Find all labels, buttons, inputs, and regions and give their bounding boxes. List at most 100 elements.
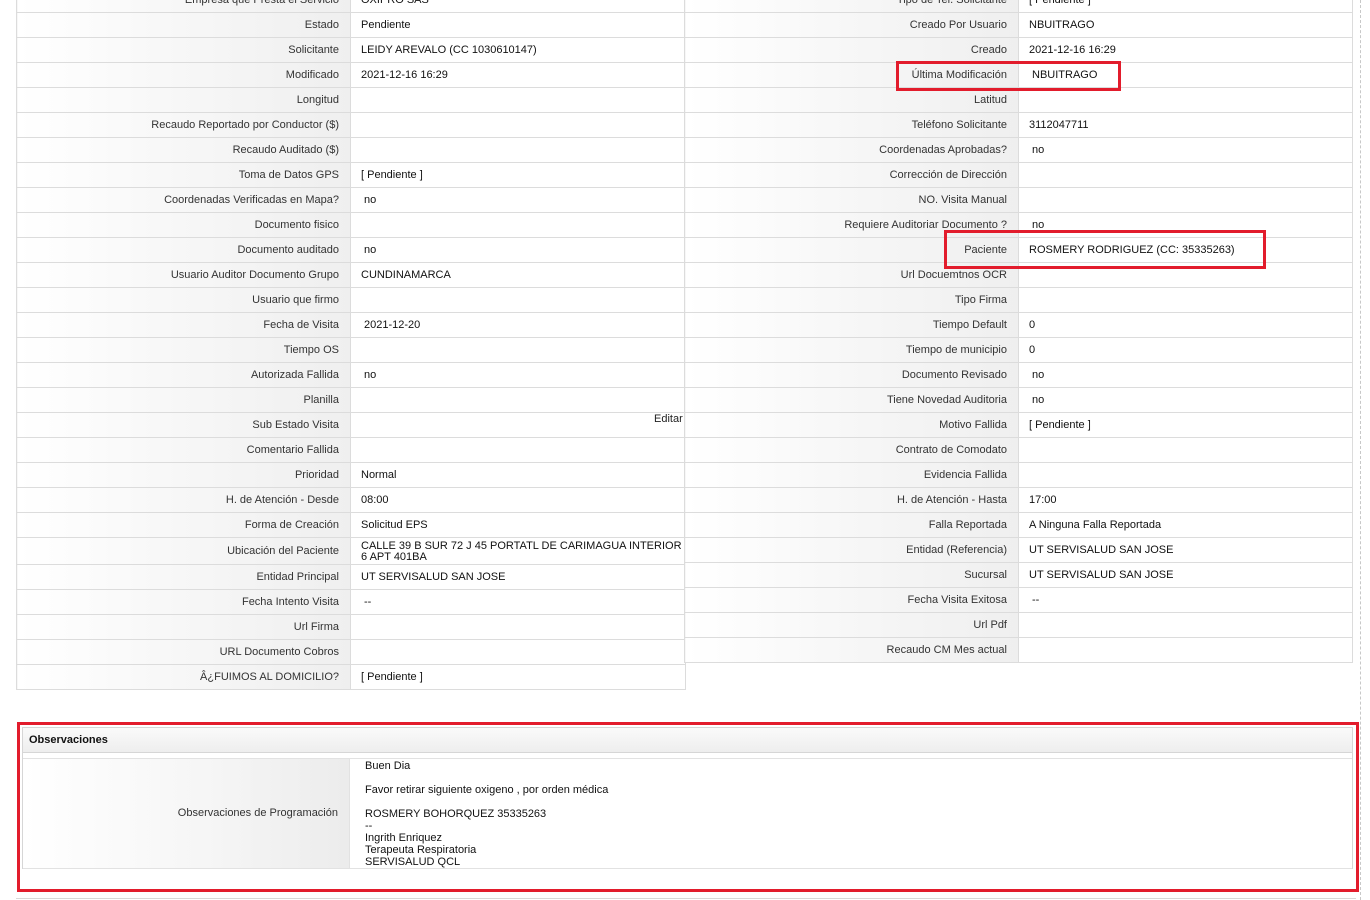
detail-row-tiempo-os: Tiempo OS: [16, 337, 686, 363]
field-label: Fecha Visita Exitosa: [684, 587, 1019, 613]
field-value: [1018, 437, 1353, 463]
field-label: Documento auditado: [16, 237, 351, 263]
highlight-ultima-modificacion: [896, 61, 1121, 91]
field-label: Teléfono Solicitante: [684, 112, 1019, 138]
field-label: Creado Por Usuario: [684, 12, 1019, 38]
field-label: Ubicación del Paciente: [16, 537, 351, 565]
field-value: [ Pendiente ]: [350, 664, 686, 690]
detail-row-falla-reportada: Falla Reportada A Ninguna Falla Reportada: [684, 512, 1353, 538]
field-label: Coordenadas Verificadas en Mapa?: [16, 187, 351, 213]
detail-row-usuario-que-firmo: Usuario que firmo: [16, 287, 686, 313]
detail-row-url-documento-cobros: URL Documento Cobros: [16, 639, 686, 665]
detail-row-contrato-de-comodato: Contrato de Comodato: [684, 437, 1353, 463]
field-value: [350, 137, 686, 163]
field-value: OXIPRO SAS: [350, 0, 686, 13]
field-value: 0: [1018, 337, 1353, 363]
field-label: Latitud: [684, 87, 1019, 113]
field-value: [350, 112, 686, 138]
field-value: [ Pendiente ]: [350, 162, 686, 188]
field-value: A Ninguna Falla Reportada: [1018, 512, 1353, 538]
field-value: [1018, 187, 1353, 213]
field-value: [350, 87, 686, 113]
field-label: Longitud: [16, 87, 351, 113]
field-value: no: [1018, 137, 1353, 163]
detail-row-tipo-de-tel-solicitante: Tipo de Tel. Solicitante[ Pendiente ]: [684, 0, 1353, 13]
field-value: no: [350, 362, 686, 388]
field-label: Contrato de Comodato: [684, 437, 1019, 463]
field-value: Normal: [350, 462, 686, 488]
detail-row-creado: Creado 2021-12-16 16:29: [684, 37, 1353, 63]
field-label: Entidad (Referencia): [684, 537, 1019, 563]
field-label: Entidad Principal: [16, 564, 351, 590]
field-label: NO. Visita Manual: [684, 187, 1019, 213]
field-value: [ Pendiente ]: [1018, 0, 1353, 13]
detail-row-entidad-referencia: Entidad (Referencia) UT SERVISALUD SAN JO…: [684, 537, 1353, 563]
detail-row-estado: Estado Pendiente: [16, 12, 686, 38]
field-value: CUNDINAMARCA: [350, 262, 686, 288]
detail-row-entidad-principal: Entidad Principal UT SERVISALUD SAN JOSE: [16, 564, 686, 590]
field-label: Solicitante: [16, 37, 351, 63]
detail-row-empresa-que-presta-el-servicio: Empresa que Presta el Servicio OXIPRO SAS: [16, 0, 686, 13]
detail-row-documento-revisado: Documento Revisado no: [684, 362, 1353, 388]
field-value: --: [1018, 587, 1353, 613]
detail-row-a-fuimos-al-domicilio: Â¿FUIMOS AL DOMICILIO?[ Pendiente ]: [16, 664, 686, 690]
field-value: [1018, 287, 1353, 313]
detail-row-autorizada-fallida: Autorizada Fallida no: [16, 362, 686, 388]
page-border: [1360, 0, 1362, 900]
field-value: no: [1018, 362, 1353, 388]
detail-row-documento-auditado: Documento auditado no: [16, 237, 686, 263]
field-value: [350, 337, 686, 363]
field-label: URL Documento Cobros: [16, 639, 351, 665]
field-value: 17:00: [1018, 487, 1353, 513]
detail-row-planilla: Planilla: [16, 387, 686, 413]
field-value: [1018, 612, 1353, 638]
field-label: Falla Reportada: [684, 512, 1019, 538]
edit-link[interactable]: Editar: [654, 413, 683, 425]
detail-row-url-firma: Url Firma: [16, 614, 686, 640]
field-label: Sub Estado Visita: [16, 412, 351, 438]
field-label: Tipo de Tel. Solicitante: [684, 0, 1019, 13]
field-value: [1018, 637, 1353, 663]
detail-row-recaudo-reportado-por-conductor: Recaudo Reportado por Conductor ($): [16, 112, 686, 138]
field-label: Corrección de Dirección: [684, 162, 1019, 188]
field-value: [350, 387, 686, 413]
field-label: Tiempo Default: [684, 312, 1019, 338]
detail-row-solicitante: Solicitante LEIDY AREVALO (CC 1030610147): [16, 37, 686, 63]
detail-row-h-de-atencion-desde: H. de Atención - Desde 08:00: [16, 487, 686, 513]
detail-row-ubicacion-del-paciente: Ubicación del Paciente CALLE 39 B SUR 72 …: [16, 537, 686, 565]
field-value: [350, 639, 686, 665]
detail-row-tiempo-de-municipio: Tiempo de municipio 0: [684, 337, 1353, 363]
field-label: Fecha Intento Visita: [16, 589, 351, 615]
detail-row-h-de-atencion-hasta: H. de Atención - Hasta 17:00: [684, 487, 1353, 513]
detail-row-forma-de-creacion: Forma de Creación Solicitud EPS: [16, 512, 686, 538]
detail-row-modificado: Modificado 2021-12-16 16:29: [16, 62, 686, 88]
detail-row-fecha-visita-exitosa: Fecha Visita Exitosa --: [684, 587, 1353, 613]
detail-row-url-pdf: Url Pdf: [684, 612, 1353, 638]
field-label: H. de Atención - Desde: [16, 487, 351, 513]
field-value: 0: [1018, 312, 1353, 338]
field-label: Usuario Auditor Documento Grupo: [16, 262, 351, 288]
field-label: Â¿FUIMOS AL DOMICILIO?: [16, 664, 351, 690]
field-label: Usuario que firmo: [16, 287, 351, 313]
field-value: [350, 212, 686, 238]
detail-row-coordenadas-verificadas-en-mapa: Coordenadas Verificadas en Mapa? no: [16, 187, 686, 213]
detail-row-creado-por-usuario: Creado Por Usuario NBUITRAGO: [684, 12, 1353, 38]
field-value: 2021-12-16 16:29: [350, 62, 686, 88]
field-value: LEIDY AREVALO (CC 1030610147): [350, 37, 686, 63]
detail-row-fecha-de-visita: Fecha de Visita 2021-12-20: [16, 312, 686, 338]
field-label: Coordenadas Aprobadas?: [684, 137, 1019, 163]
field-label: Toma de Datos GPS: [16, 162, 351, 188]
field-label: Planilla: [16, 387, 351, 413]
field-value: NBUITRAGO: [1018, 12, 1353, 38]
detail-row-recaudo-cm-mes-actual: Recaudo CM Mes actual: [684, 637, 1353, 663]
detail-row-toma-de-datos-gps: Toma de Datos GPS[ Pendiente ]: [16, 162, 686, 188]
field-label: Fecha de Visita: [16, 312, 351, 338]
field-label: Documento fisico: [16, 212, 351, 238]
field-value: 08:00: [350, 487, 686, 513]
field-label: Comentario Fallida: [16, 437, 351, 463]
field-value: 3112047711: [1018, 112, 1353, 138]
detail-row-correccion-de-direccion: Corrección de Dirección: [684, 162, 1353, 188]
field-value: --: [350, 589, 686, 615]
left-detail-table: Empresa que Presta el Servicio OXIPRO SAS…: [16, 0, 686, 690]
field-value: [350, 614, 686, 640]
